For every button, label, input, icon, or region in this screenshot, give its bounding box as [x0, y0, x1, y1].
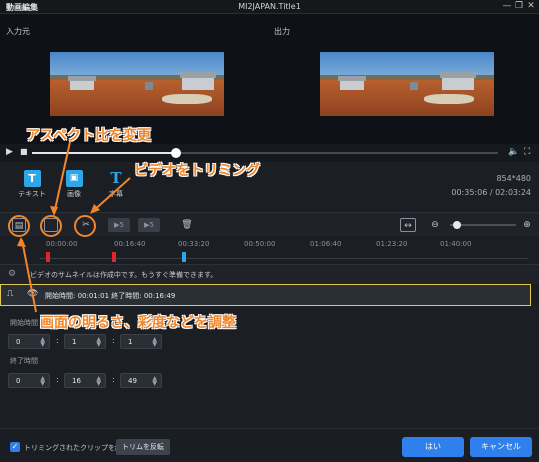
- end-time-label: 終了時間: [10, 357, 38, 365]
- start-hour-spinner[interactable]: 0 ▲ ▼: [8, 334, 50, 349]
- resolution-readout: 854*480: [496, 174, 531, 183]
- volume-icon[interactable]: 🔈: [508, 147, 519, 157]
- callout-brightness: 画面の明るさ、彩度などを調整: [40, 315, 236, 331]
- ruler-tick: 01:06:40: [310, 240, 342, 248]
- fullscreen-icon[interactable]: ⛶: [524, 147, 530, 157]
- image-tool-label: 画像: [67, 190, 81, 198]
- cancel-button[interactable]: キャンセル: [470, 437, 532, 457]
- input-label: 入力元: [6, 27, 30, 36]
- seek-progress: [32, 152, 177, 154]
- play-icon[interactable]: ▶: [6, 147, 13, 157]
- colon: :: [112, 336, 115, 345]
- start-time-label: 開始時間: [10, 319, 38, 327]
- seek-handle[interactable]: [171, 148, 182, 158]
- clip-row[interactable]: ⎍ 👁 開始時間: 00:01:01 終了時間: 00:16:49: [0, 284, 531, 306]
- player-controls: ▶ ■ 🔈 ⛶: [0, 144, 539, 162]
- merge-label: トリミングされたクリップを結合: [24, 444, 129, 452]
- text-tool[interactable]: T テキスト: [14, 170, 50, 199]
- notice-text: ビデオのサムネイルは作成中です。もうすぐ準備できます。: [30, 271, 218, 279]
- trim-end-marker[interactable]: [112, 252, 116, 262]
- callout-trim: ビデオをトリミング: [134, 163, 260, 179]
- start-minute-spinner[interactable]: 1 ▲ ▼: [64, 334, 106, 349]
- spinner-arrows-icon[interactable]: ▲ ▼: [40, 376, 45, 387]
- document-title: MI2JAPAN.Title1: [238, 2, 301, 11]
- end-minute-value: 16: [72, 377, 81, 385]
- merge-checkbox[interactable]: ✓: [10, 442, 20, 452]
- footer: ✓ トリミングされたクリップを結合 トリムを反転 はい キャンセル: [0, 428, 539, 462]
- callout-aspect: アスペクト比を変更: [26, 128, 152, 144]
- skip-forward-button[interactable]: ▶5: [138, 218, 160, 232]
- spinner-arrows-icon[interactable]: ▲ ▼: [40, 337, 45, 348]
- image-tool-icon: ▣: [65, 170, 83, 187]
- thumbnail-notice: ⚙ ビデオのサムネイルは作成中です。もうすぐ準備できます。: [0, 264, 539, 284]
- edit-tools: T テキスト ▣ 画像 T 字幕 854*480 00:35:06 / 02:0…: [0, 162, 539, 212]
- reverse-trim-button[interactable]: トリムを反転: [116, 439, 170, 455]
- playhead-marker[interactable]: [182, 252, 186, 262]
- subtitle-tool[interactable]: T 字幕: [98, 170, 134, 199]
- subtitle-tool-icon: T: [110, 169, 122, 187]
- spinner-arrows-icon[interactable]: ▲ ▼: [152, 337, 157, 348]
- eye-icon[interactable]: 👁: [27, 289, 38, 299]
- delete-icon[interactable]: 🗑: [180, 218, 194, 232]
- highlight-ring-crop: [40, 215, 62, 237]
- ruler-tick: 01:23:20: [376, 240, 408, 248]
- close-icon[interactable]: ✕: [524, 0, 538, 14]
- start-second-spinner[interactable]: 1 ▲ ▼: [120, 334, 162, 349]
- clip-time-info: 開始時間: 00:01:01 終了時間: 00:16:49: [45, 292, 176, 300]
- end-second-value: 49: [128, 377, 137, 385]
- timeline-ruler[interactable]: 00:00:00 00:16:40 00:33:20 00:50:00 01:0…: [0, 236, 539, 264]
- spinner-arrows-icon[interactable]: ▲ ▼: [96, 376, 101, 387]
- text-tool-label: テキスト: [18, 190, 46, 198]
- ruler-tick: 01:40:00: [440, 240, 472, 248]
- start-second-value: 1: [128, 338, 133, 346]
- loading-icon: ⚙: [8, 269, 17, 279]
- colon: :: [56, 375, 59, 384]
- spinner-arrows-icon[interactable]: ▲ ▼: [96, 337, 101, 348]
- end-hour-spinner[interactable]: 0 ▲ ▼: [8, 373, 50, 388]
- ruler-tick: 00:16:40: [114, 240, 146, 248]
- zoom-in-icon[interactable]: ⊕: [520, 218, 534, 232]
- highlight-ring-trim: [74, 215, 96, 237]
- trim-start-marker[interactable]: [46, 252, 50, 262]
- colon: :: [112, 375, 115, 384]
- colon: :: [56, 336, 59, 345]
- timecode-readout: 00:35:06 / 02:03:24: [451, 188, 531, 197]
- highlight-ring-effects: [8, 215, 30, 237]
- ruler-tick: 00:33:20: [178, 240, 210, 248]
- output-video-frame: [320, 52, 494, 116]
- seek-bar[interactable]: [32, 148, 498, 158]
- ok-button[interactable]: はい: [402, 437, 464, 457]
- zoom-out-icon[interactable]: ⊖: [428, 218, 442, 232]
- input-video-frame: [50, 52, 224, 116]
- stop-icon[interactable]: ■: [20, 147, 28, 156]
- fit-icon[interactable]: ↔: [400, 218, 416, 232]
- subtitle-tool-label: 字幕: [109, 190, 123, 198]
- ruler-tick: 00:50:00: [244, 240, 276, 248]
- image-tool[interactable]: ▣ 画像: [56, 170, 92, 199]
- output-label: 出力: [274, 27, 290, 36]
- end-second-spinner[interactable]: 49 ▲ ▼: [120, 373, 162, 388]
- ruler-tick: 00:00:00: [46, 240, 78, 248]
- skip-back-button[interactable]: ▶5: [108, 218, 130, 232]
- end-hour-value: 0: [16, 377, 21, 385]
- end-minute-spinner[interactable]: 16 ▲ ▼: [64, 373, 106, 388]
- zoom-slider[interactable]: [450, 221, 516, 229]
- start-minute-value: 1: [72, 338, 77, 346]
- title-bar: 動画編集 MI2JAPAN.Title1 — ❐ ✕: [0, 0, 539, 14]
- text-tool-icon: T: [23, 170, 41, 187]
- zoom-handle[interactable]: [452, 221, 461, 229]
- spinner-arrows-icon[interactable]: ▲ ▼: [152, 376, 157, 387]
- start-hour-value: 0: [16, 338, 21, 346]
- trim-clip-icon: ⎍: [7, 289, 14, 299]
